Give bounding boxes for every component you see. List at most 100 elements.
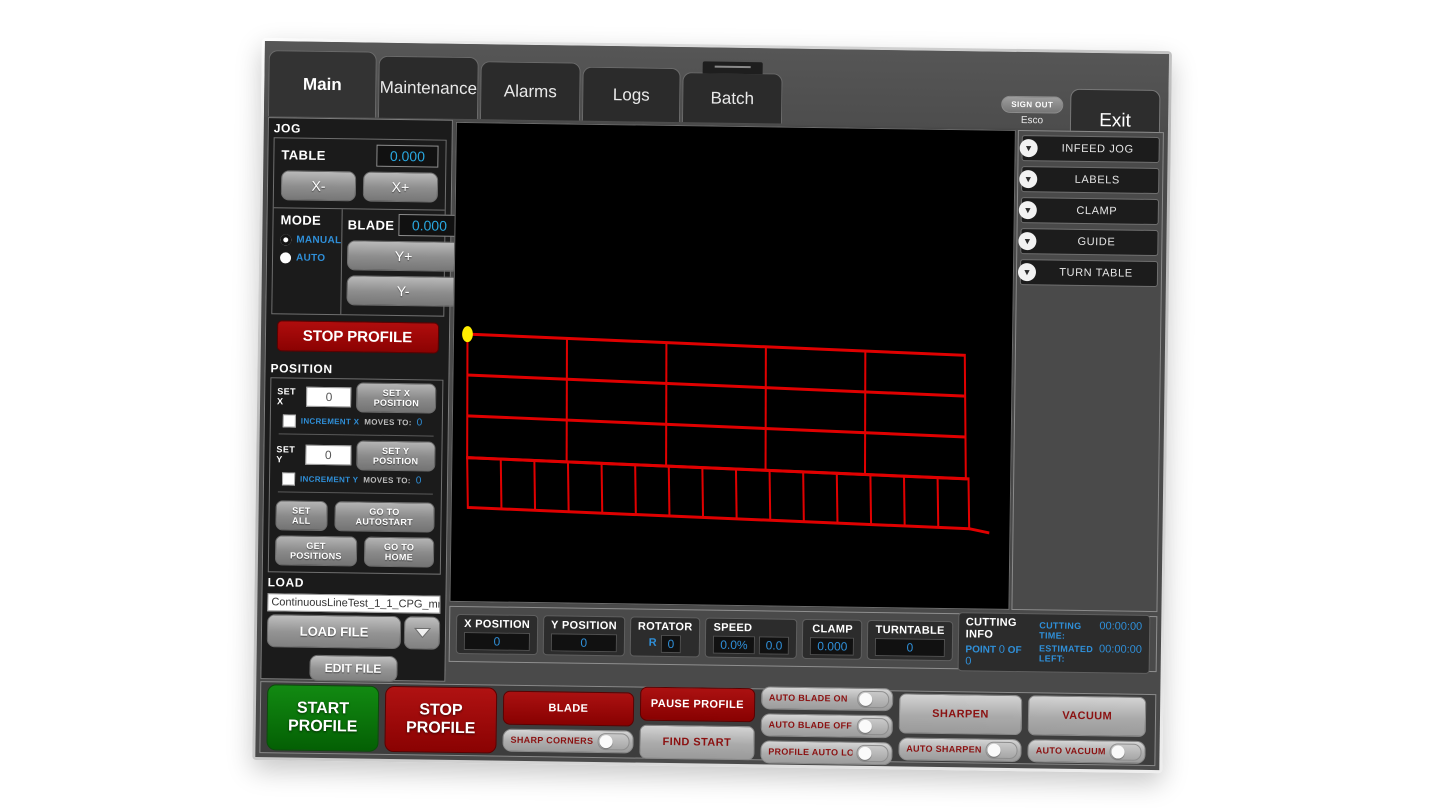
load-section-title: LOAD <box>267 575 305 590</box>
rotator-readout: ROTATOR R 0 <box>629 616 701 658</box>
panel-clamp[interactable]: ▼ CLAMP <box>1018 197 1160 226</box>
profile-auto-location-toggle[interactable]: PROFILE AUTO LOCATION <box>760 739 893 765</box>
turntable-label: TURNTABLE <box>875 624 945 638</box>
profile-canvas[interactable] <box>449 121 1016 610</box>
panel-label: INFEED JOG <box>1061 142 1134 156</box>
tab-logs[interactable]: Logs <box>581 66 681 123</box>
jog-table-row: TABLE 0.000 <box>274 138 445 169</box>
sharpen-button[interactable]: SHARPEN <box>898 692 1023 735</box>
tab-alarms[interactable]: Alarms <box>479 61 581 121</box>
auto-blade-on-toggle[interactable]: AUTO BLADE ON <box>760 685 894 711</box>
cutting-info-readout: CUTTING INFO POINT 0 OF 0 CUTTING TIME: … <box>957 611 1151 674</box>
auto-sharpen-toggle[interactable]: AUTO SHARPEN <box>898 736 1022 762</box>
jog-x-buttons: X- X+ <box>274 167 446 209</box>
tab-maintenance[interactable]: Maintenance <box>377 55 479 120</box>
panel-labels[interactable]: ▼ LABELS <box>1019 166 1160 195</box>
panel-turn-table[interactable]: ▼ TURN TABLE <box>1017 259 1159 288</box>
tab-bar: Main Maintenance Alarms Logs Batch SIGN … <box>263 41 1169 155</box>
increment-x-checkbox[interactable] <box>282 414 296 428</box>
rotator-row: R 0 <box>638 633 693 654</box>
auto-sharpen-label: AUTO SHARPEN <box>906 743 982 755</box>
edit-file-button[interactable]: EDIT FILE <box>308 654 398 683</box>
y-position-readout: Y POSITION 0 <box>542 615 625 657</box>
toggle-switch-icon <box>856 744 889 762</box>
sharp-corners-label: SHARP CORNERS <box>510 734 594 746</box>
panel-infeed-jog[interactable]: ▼ INFEED JOG <box>1019 135 1160 164</box>
increment-y-checkbox[interactable] <box>281 472 296 486</box>
panel-label: LABELS <box>1074 173 1120 187</box>
get-positions-button[interactable]: GET POSITIONS <box>274 535 358 567</box>
x-minus-button[interactable]: X- <box>280 170 357 202</box>
set-y-label: SET Y <box>276 444 296 465</box>
auto-vacuum-label: AUTO VACUUM <box>1035 745 1106 757</box>
speed-readout: SPEED 0.0% 0.0 <box>705 617 798 659</box>
tab-batch[interactable]: Batch <box>681 61 783 124</box>
current-user-label: Esco <box>1020 115 1044 127</box>
panel-guide[interactable]: ▼ GUIDE <box>1018 228 1159 257</box>
auto-vacuum-toggle[interactable]: AUTO VACUUM <box>1027 738 1146 764</box>
y-position-value: 0 <box>550 633 617 653</box>
pause-profile-button[interactable]: PAUSE PROFILE <box>639 686 756 723</box>
rotator-label: ROTATOR <box>637 620 693 634</box>
chevron-down-icon: ▼ <box>1018 201 1037 220</box>
cutting-time-value: 00:00:00 <box>1099 620 1143 633</box>
go-to-autostart-button[interactable]: GO TO AUTOSTART <box>333 501 435 533</box>
jog-stop-profile-button[interactable]: STOP PROFILE <box>276 320 439 354</box>
set-all-button[interactable]: SET ALL <box>275 500 328 532</box>
estimated-left-label: ESTIMATED LEFT: <box>1038 643 1094 664</box>
set-x-position-button[interactable]: SET X POSITION <box>356 382 437 414</box>
y-minus-button[interactable]: Y- <box>346 275 460 307</box>
set-x-input[interactable]: 0 <box>306 386 352 408</box>
tab-list: Main Maintenance Alarms Logs Batch <box>267 44 785 124</box>
vacuum-group: VACUUM AUTO VACUUM <box>1027 694 1147 764</box>
toggle-switch-icon <box>1109 742 1142 761</box>
blade-label: BLADE <box>347 216 395 233</box>
mode-option-manual[interactable]: MANUAL <box>280 234 341 246</box>
start-profile-button[interactable]: START PROFILE <box>266 684 380 752</box>
auto-blade-on-label: AUTO BLADE ON <box>768 692 848 704</box>
set-y-input[interactable]: 0 <box>305 444 352 466</box>
table-value[interactable]: 0.000 <box>376 144 439 168</box>
mode-option-auto[interactable]: AUTO <box>279 252 341 264</box>
auto-blade-off-toggle[interactable]: AUTO BLADE OFF <box>760 712 893 738</box>
find-start-button[interactable]: FIND START <box>639 724 755 761</box>
radio-selected-icon <box>280 234 292 246</box>
x-plus-button[interactable]: X+ <box>362 171 439 203</box>
blade-jog: BLADE 0.000 Y+ Y- <box>341 209 467 316</box>
point-value: 0 <box>998 643 1006 656</box>
radio-unselected-icon <box>279 252 292 264</box>
x-position-readout: X POSITION 0 <box>455 613 539 656</box>
file-dropdown-button[interactable] <box>403 616 441 650</box>
turntable-readout: TURNTABLE 0 <box>867 619 953 662</box>
y-plus-button[interactable]: Y+ <box>347 240 461 272</box>
rotator-value: 0 <box>660 634 682 654</box>
cutting-info-right: CUTTING TIME: 00:00:00 ESTIMATED LEFT: 0… <box>1039 619 1142 666</box>
point-total: 0 <box>965 654 972 667</box>
clamp-value: 0.000 <box>810 637 855 656</box>
sign-out-cluster: SIGN OUT Esco <box>992 95 1072 127</box>
load-file-button[interactable]: LOAD FILE <box>266 614 402 650</box>
jog-panel: TABLE 0.000 X- X+ MODE MANUAL AUTO BLADE… <box>271 137 461 317</box>
toggle-switch-icon <box>985 741 1018 759</box>
blade-button[interactable]: BLADE <box>502 690 634 727</box>
sharp-corners-toggle[interactable]: SHARP CORNERS <box>502 728 634 754</box>
mode-selector: MODE MANUAL AUTO <box>272 208 343 315</box>
right-panel-column: ▼ INFEED JOG ▼ LABELS ▼ CLAMP ▼ GUIDE ▼ … <box>1011 129 1164 613</box>
screenshot-stage: Main Maintenance Alarms Logs Batch SIGN … <box>0 0 1432 808</box>
go-to-home-button[interactable]: GO TO HOME <box>363 536 435 568</box>
set-y-position-button[interactable]: SET Y POSITION <box>355 440 436 472</box>
sign-out-button[interactable]: SIGN OUT <box>1001 95 1064 114</box>
estimated-left-value: 00:00:00 <box>1099 643 1142 656</box>
blade-value[interactable]: 0.000 <box>398 214 461 237</box>
position-actions-row-2: GET POSITIONS GO TO HOME <box>269 533 441 573</box>
vacuum-button[interactable]: VACUUM <box>1027 694 1147 737</box>
increment-y-label: INCREMENT Y <box>299 474 359 485</box>
blade-row: BLADE 0.000 <box>347 213 461 237</box>
stop-profile-button[interactable]: STOP PROFILE <box>384 685 498 754</box>
y-minus-row: Y- <box>346 270 460 309</box>
filename-input[interactable]: ContinuousLineTest_1_1_CPG_mm.edf <box>267 593 441 614</box>
tab-main[interactable]: Main <box>267 50 377 118</box>
rotator-prefix: R <box>648 636 657 649</box>
cutting-time-label: CUTTING TIME: <box>1039 620 1082 641</box>
speed-row: 0.0% 0.0 <box>713 634 790 655</box>
